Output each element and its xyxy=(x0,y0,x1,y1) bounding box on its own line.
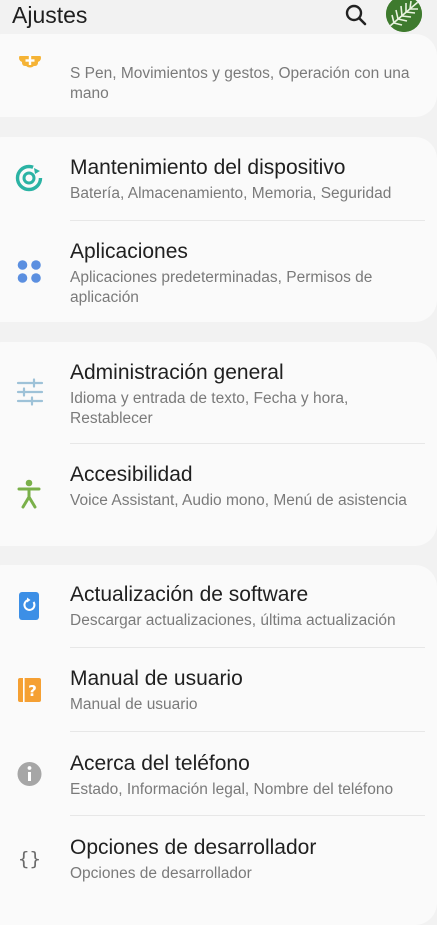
settings-item-software-update[interactable]: Actualización de software Descargar actu… xyxy=(0,565,437,647)
item-subtitle: Voice Assistant, Audio mono, Menú de asi… xyxy=(70,492,407,509)
item-subtitle: S Pen, Movimientos y gestos, Operación c… xyxy=(70,65,410,102)
item-subtitle: Opciones de desarrollador xyxy=(70,865,252,882)
settings-item-device-care[interactable]: Mantenimiento del dispositivo Batería, A… xyxy=(0,137,437,220)
page-title: Ajustes xyxy=(12,2,88,28)
item-title: Administración general xyxy=(70,361,284,384)
puzzle-plus-icon xyxy=(14,54,46,88)
app-header: Ajustes xyxy=(0,0,437,32)
item-title: Aplicaciones xyxy=(70,240,188,263)
item-subtitle: Descargar actualizaciones, última actual… xyxy=(70,612,396,629)
search-icon[interactable] xyxy=(344,3,368,27)
settings-item-about-phone[interactable]: Acerca del teléfono Estado, Información … xyxy=(0,732,437,815)
svg-text:{}: {} xyxy=(18,848,41,870)
info-icon xyxy=(14,758,46,790)
svg-text:?: ? xyxy=(28,682,37,700)
settings-item-applications[interactable]: Aplicaciones Aplicaciones predeterminada… xyxy=(0,221,437,322)
item-subtitle: Idioma y entrada de texto, Fecha y hora,… xyxy=(70,390,349,427)
item-title: Accesibilidad xyxy=(70,463,193,486)
device-care-icon xyxy=(14,162,46,194)
item-title: Acerca del teléfono xyxy=(70,752,250,775)
item-subtitle: Estado, Información legal, Nombre del te… xyxy=(70,781,394,798)
item-subtitle: Manual de usuario xyxy=(70,696,198,713)
software-update-icon xyxy=(14,590,46,622)
sliders-icon xyxy=(14,376,46,408)
item-title: Opciones de desarrollador xyxy=(70,836,317,859)
accessibility-icon xyxy=(14,478,46,510)
item-title: Mantenimiento del dispositivo xyxy=(70,156,346,179)
apps-icon xyxy=(14,255,46,287)
settings-item-user-manual[interactable]: ? Manual de usuario Manual de usuario xyxy=(0,648,437,731)
item-subtitle: Batería, Almacenamiento, Memoria, Seguri… xyxy=(70,185,392,202)
item-title: Actualización de software xyxy=(70,583,309,606)
user-manual-icon: ? xyxy=(14,674,46,706)
settings-item-accessibility[interactable]: Accesibilidad Voice Assistant, Audio mon… xyxy=(0,444,437,546)
settings-item-developer-options[interactable]: {} Opciones de desarrollador Opciones de… xyxy=(0,816,437,900)
item-subtitle: Aplicaciones predeterminadas, Permisos d… xyxy=(70,269,373,306)
settings-item-advanced-features[interactable]: S Pen, Movimientos y gestos, Operación c… xyxy=(0,34,437,117)
developer-options-icon: {} xyxy=(14,842,46,874)
avatar[interactable] xyxy=(386,0,422,32)
settings-item-general-management[interactable]: Administración general Idioma y entrada … xyxy=(0,342,437,443)
item-title: Manual de usuario xyxy=(70,667,243,690)
